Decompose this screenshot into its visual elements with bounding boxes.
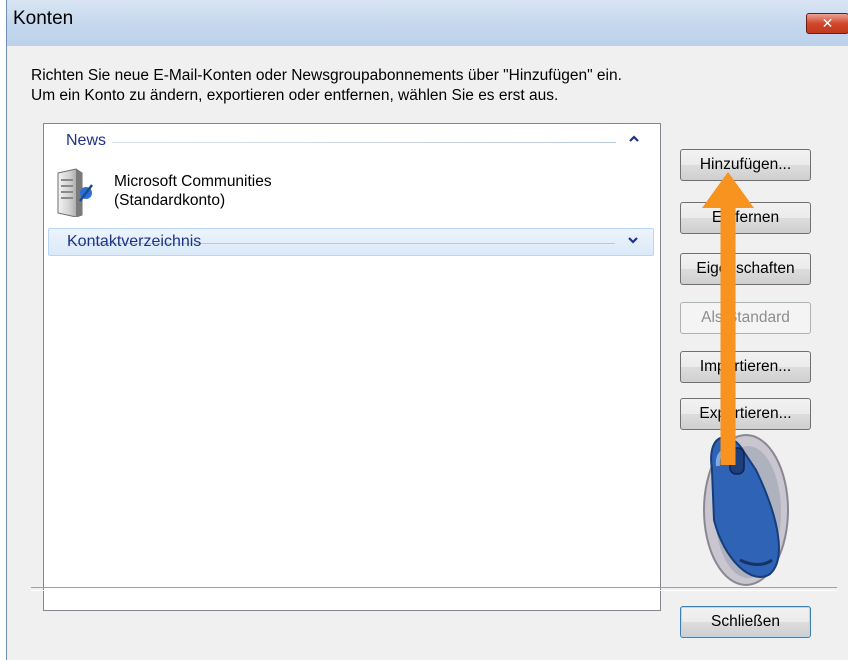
close-window-button[interactable]: ✕ xyxy=(806,13,848,34)
close-button[interactable]: Schließen xyxy=(680,606,811,638)
import-button[interactable]: Importieren... xyxy=(680,351,811,383)
accounts-list[interactable]: News Microsoft Communities (Standardkont… xyxy=(43,123,661,611)
add-button[interactable]: Hinzufügen... xyxy=(680,149,811,181)
remove-button[interactable]: Entfernen xyxy=(680,202,811,234)
instructions-text: Richten Sie neue E-Mail-Konten oder News… xyxy=(31,66,622,106)
account-item-microsoft-communities[interactable]: Microsoft Communities (Standardkonto) xyxy=(52,167,352,219)
group-divider-line xyxy=(68,142,616,143)
window-title: Konten xyxy=(13,8,74,29)
news-server-icon xyxy=(57,168,93,217)
instructions-line-2: Um ein Konto zu ändern, exportieren oder… xyxy=(31,87,559,104)
group-header-kontaktverzeichnis[interactable]: Kontaktverzeichnis xyxy=(48,228,654,256)
title-bar[interactable]: Konten ✕ xyxy=(7,0,848,46)
group-header-news[interactable]: News xyxy=(48,128,654,156)
account-text: Microsoft Communities (Standardkonto) xyxy=(114,172,272,210)
chevron-down-icon[interactable] xyxy=(627,234,639,248)
dialog-separator xyxy=(31,587,837,591)
chevron-up-icon[interactable] xyxy=(628,133,640,147)
set-default-button[interactable]: Als Standard xyxy=(680,302,811,334)
account-default-label: (Standardkonto) xyxy=(114,192,226,209)
group-label-kontaktverzeichnis: Kontaktverzeichnis xyxy=(67,233,202,250)
properties-button[interactable]: Eigenschaften xyxy=(680,253,811,285)
dialog-body: Richten Sie neue E-Mail-Konten oder News… xyxy=(7,46,848,660)
close-icon: ✕ xyxy=(821,15,834,31)
accounts-window: Konten ✕ Richten Sie neue E-Mail-Konten … xyxy=(6,0,848,660)
group-label-news: News xyxy=(66,132,113,150)
instructions-line-1: Richten Sie neue E-Mail-Konten oder News… xyxy=(31,67,622,84)
account-name: Microsoft Communities xyxy=(114,173,272,190)
export-button[interactable]: Exportieren... xyxy=(680,398,811,430)
